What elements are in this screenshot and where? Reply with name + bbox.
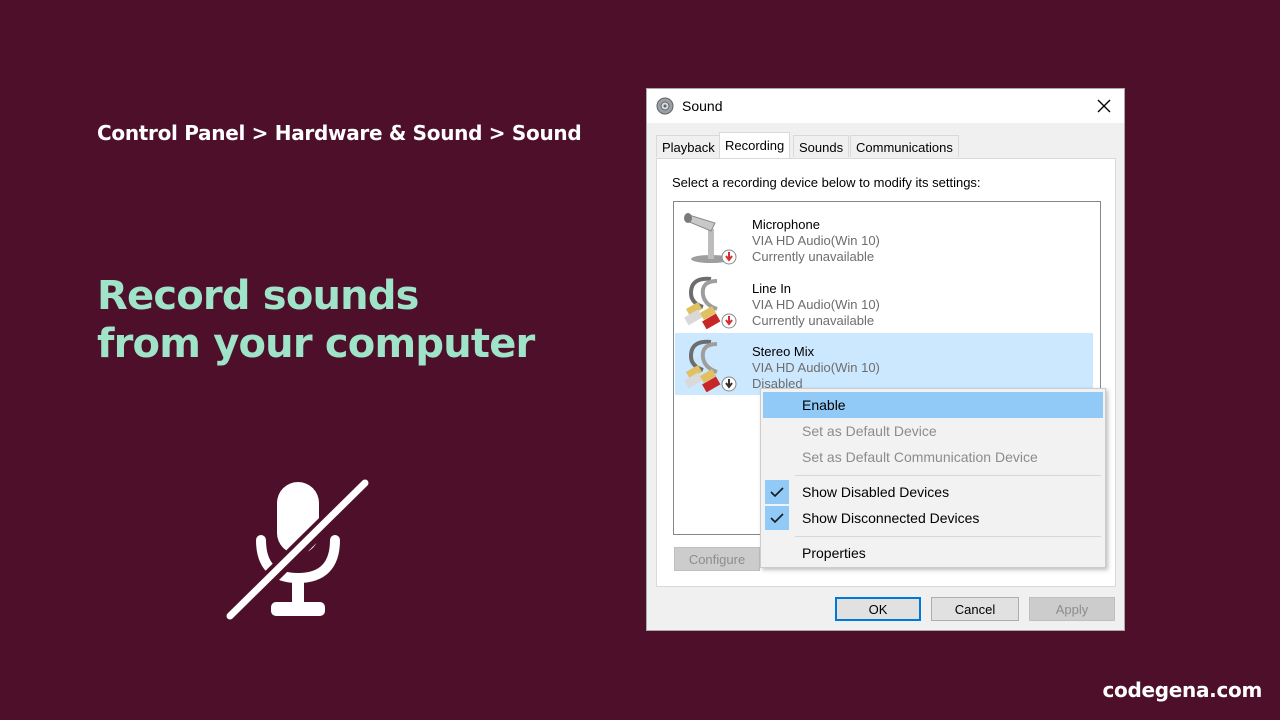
instruction-text: Select a recording device below to modif… (672, 175, 981, 190)
device-status: Currently unavailable (752, 249, 875, 264)
tab-playback[interactable]: Playback (656, 135, 721, 157)
close-icon (1097, 99, 1111, 113)
configure-button[interactable]: Configure (674, 547, 760, 571)
menu-item-label: Set as Default Communication Device (802, 449, 1038, 465)
menu-item-show-disabled[interactable]: Show Disabled Devices (763, 479, 1103, 505)
breadcrumb: Control Panel > Hardware & Sound > Sound (97, 121, 582, 145)
device-driver: VIA HD Audio(Win 10) (752, 233, 880, 248)
menu-item-set-default[interactable]: Set as Default Device (763, 418, 1103, 444)
menu-item-properties[interactable]: Properties (763, 540, 1103, 566)
context-menu: Enable Set as Default Device Set as Defa… (760, 388, 1106, 568)
menu-item-label: Show Disabled Devices (802, 484, 950, 500)
cancel-button[interactable]: Cancel (931, 597, 1019, 621)
rca-cable-icon (684, 276, 737, 329)
device-name: Line In (752, 281, 792, 296)
menu-item-label: Properties (802, 545, 866, 561)
device-name: Microphone (752, 217, 820, 232)
menu-item-label: Show Disconnected Devices (802, 510, 980, 526)
device-item-microphone[interactable]: Microphone VIA HD Audio(Win 10) Currentl… (675, 206, 1093, 268)
device-item-line-in[interactable]: Line In VIA HD Audio(Win 10) Currently u… (675, 270, 1093, 332)
dialog-title: Sound (682, 98, 723, 114)
menu-item-enable[interactable]: Enable (763, 392, 1103, 418)
speaker-icon (656, 97, 674, 115)
rca-cable-icon (684, 339, 737, 392)
watermark: codegena.com (1102, 678, 1262, 702)
headline: Record sounds from your computer (97, 272, 535, 368)
checkmark-icon (765, 506, 789, 530)
menu-item-show-disconnected[interactable]: Show Disconnected Devices (763, 505, 1103, 531)
tab-sounds[interactable]: Sounds (793, 135, 850, 157)
device-driver: VIA HD Audio(Win 10) (752, 297, 880, 312)
tab-recording[interactable]: Recording (719, 132, 791, 158)
device-item-stereo-mix[interactable]: Stereo Mix VIA HD Audio(Win 10) Disabled (675, 333, 1093, 395)
microphone-muted-icon (225, 478, 370, 623)
headline-line-1: Record sounds (97, 273, 420, 319)
menu-separator (795, 536, 1101, 537)
menu-separator (795, 475, 1101, 476)
apply-button[interactable]: Apply (1029, 597, 1115, 621)
device-status: Currently unavailable (752, 313, 875, 328)
close-button[interactable] (1084, 89, 1124, 123)
microphone-device-icon (684, 213, 737, 265)
menu-item-label: Set as Default Device (802, 423, 937, 439)
device-driver: VIA HD Audio(Win 10) (752, 360, 880, 375)
menu-item-label: Enable (802, 397, 846, 413)
checkmark-icon (765, 480, 789, 504)
device-name: Stereo Mix (752, 344, 815, 359)
tab-communications[interactable]: Communications (850, 135, 959, 157)
title-bar: Sound (647, 89, 1124, 123)
headline-line-2: from your computer (97, 321, 535, 367)
ok-button[interactable]: OK (835, 597, 921, 621)
menu-item-set-default-communication[interactable]: Set as Default Communication Device (763, 444, 1103, 470)
